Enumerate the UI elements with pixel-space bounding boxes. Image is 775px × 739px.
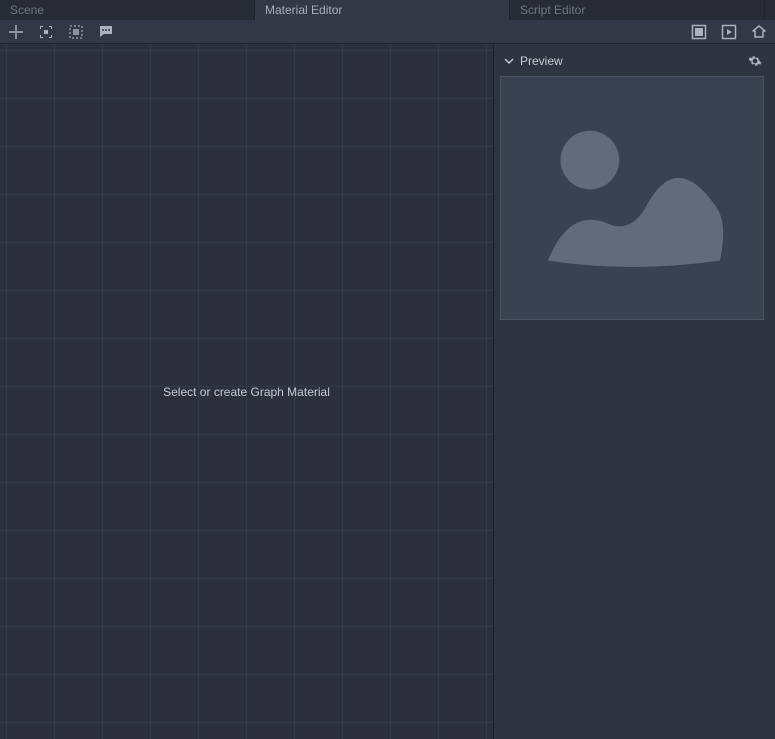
side-panel: Preview xyxy=(494,44,775,739)
tab-material-editor[interactable]: Material Editor xyxy=(255,0,510,20)
expand-icon xyxy=(691,24,707,40)
comments-button[interactable] xyxy=(96,22,116,42)
preview-header[interactable]: Preview xyxy=(500,50,769,72)
snap-grid-button[interactable] xyxy=(36,22,56,42)
graph-placeholder-text: Select or create Graph Material xyxy=(163,385,330,399)
play-icon xyxy=(721,24,737,40)
tab-bar: Scene Material Editor Script Editor xyxy=(0,0,775,20)
preview-viewport[interactable] xyxy=(500,76,764,320)
add-node-button[interactable] xyxy=(6,22,26,42)
tab-label: Script Editor xyxy=(520,3,585,17)
preview-settings-button[interactable] xyxy=(745,51,765,71)
graph-editor[interactable]: Select or create Graph Material xyxy=(0,44,494,739)
home-icon xyxy=(751,24,767,40)
snap-icon xyxy=(38,24,54,40)
preview-title: Preview xyxy=(520,54,739,68)
tab-scene[interactable]: Scene xyxy=(0,0,255,20)
tab-label: Material Editor xyxy=(265,3,342,17)
play-preview-button[interactable] xyxy=(719,22,739,42)
image-placeholder-icon xyxy=(527,101,737,295)
tab-script-editor[interactable]: Script Editor xyxy=(510,0,765,20)
chevron-down-icon xyxy=(504,56,514,66)
plus-icon xyxy=(9,25,23,39)
select-area-button[interactable] xyxy=(66,22,86,42)
tab-label: Scene xyxy=(10,3,44,17)
home-button[interactable] xyxy=(749,22,769,42)
chat-icon xyxy=(98,24,114,40)
expand-view-button[interactable] xyxy=(689,22,709,42)
select-icon xyxy=(68,24,84,40)
gear-icon xyxy=(748,54,762,68)
toolbar xyxy=(0,20,775,44)
main-area: Select or create Graph Material Preview xyxy=(0,44,775,739)
